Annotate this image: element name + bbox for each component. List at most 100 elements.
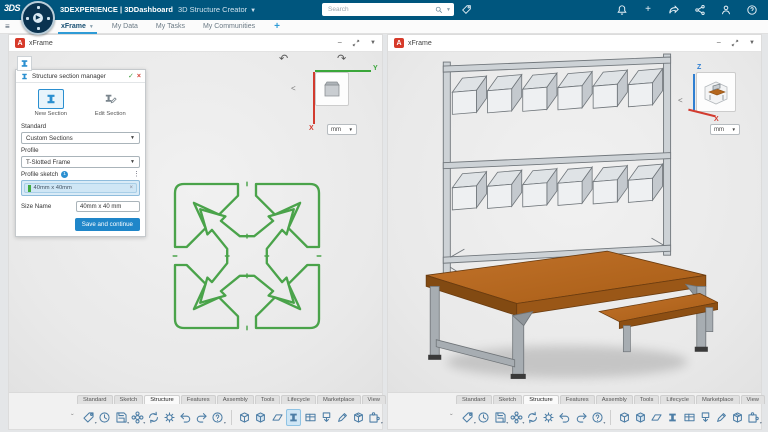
- add-tab-button[interactable]: +: [274, 21, 280, 32]
- global-search[interactable]: Search ▼: [322, 3, 454, 16]
- view-orientation-widget[interactable]: [696, 72, 736, 112]
- model-viewport[interactable]: < Z X mm ▼: [388, 52, 761, 392]
- rotate-right-icon[interactable]: ↶: [337, 54, 346, 65]
- dock-tab-marketplace[interactable]: Marketplace: [317, 395, 361, 404]
- search-options-caret-icon[interactable]: ▼: [446, 7, 451, 13]
- dialog-ok-icon[interactable]: ✓: [128, 72, 134, 80]
- save-and-continue-button[interactable]: Save and continue: [75, 218, 140, 231]
- tab-xframe[interactable]: xFrame▼: [60, 21, 95, 32]
- sketch-viewport[interactable]: Structure section manager ✓ × New Sectio…: [9, 52, 382, 392]
- dock-tab-sketch[interactable]: Sketch: [114, 395, 144, 404]
- output-icon[interactable]: [698, 409, 712, 426]
- panel-icon[interactable]: [303, 409, 317, 426]
- collapse-view-tools-icon[interactable]: <: [291, 84, 296, 93]
- new-content-icon[interactable]: ▾: [509, 409, 523, 426]
- bell-icon[interactable]: [616, 4, 628, 16]
- export-icon[interactable]: ▾: [461, 409, 475, 426]
- pen-icon[interactable]: [335, 409, 349, 426]
- section-tool-icon[interactable]: [17, 56, 32, 71]
- dock-tab-features[interactable]: Features: [181, 395, 216, 404]
- network-icon[interactable]: [694, 4, 706, 16]
- app-switch-caret-icon[interactable]: ▼: [250, 8, 256, 14]
- cube-icon[interactable]: [254, 409, 268, 426]
- dialog-close-icon[interactable]: ×: [137, 73, 141, 80]
- apps-icon[interactable]: ▾: [747, 409, 761, 426]
- redo-icon[interactable]: [195, 409, 209, 426]
- tab-my-tasks[interactable]: My Tasks: [155, 21, 186, 32]
- 3dexperience-compass[interactable]: ▶: [21, 1, 55, 35]
- dock-tab-standard[interactable]: Standard: [77, 395, 113, 404]
- user-icon[interactable]: [720, 4, 732, 16]
- plate-icon[interactable]: [270, 409, 284, 426]
- workbench-model[interactable]: [416, 52, 718, 392]
- t-slot-profile-sketch[interactable]: [157, 158, 337, 354]
- edit-section-tile[interactable]: Edit Section: [84, 87, 136, 119]
- dock-tab-sketch[interactable]: Sketch: [493, 395, 523, 404]
- dock-tab-tools[interactable]: Tools: [255, 395, 281, 404]
- export-icon[interactable]: ▾: [82, 409, 96, 426]
- help-icon[interactable]: ▾: [211, 409, 225, 426]
- dock-tab-view[interactable]: View: [741, 395, 765, 404]
- dock-tab-lifecycle[interactable]: Lifecycle: [660, 395, 695, 404]
- tab-caret-icon[interactable]: ▼: [89, 24, 94, 30]
- dock-collapse-icon[interactable]: ˇ: [450, 413, 453, 422]
- save-icon[interactable]: ▾: [493, 409, 507, 426]
- standard-select[interactable]: Custom Sections ▼: [21, 132, 140, 144]
- beam-icon[interactable]: [666, 409, 680, 426]
- help-icon[interactable]: [746, 4, 758, 16]
- chip-remove-icon[interactable]: ×: [129, 185, 133, 191]
- panel-collapse-icon[interactable]: ▼: [749, 40, 755, 46]
- history-icon[interactable]: [477, 409, 491, 426]
- settings-icon[interactable]: [162, 409, 176, 426]
- dock-tab-tools[interactable]: Tools: [634, 395, 660, 404]
- frame-icon[interactable]: [238, 409, 252, 426]
- minimize-icon[interactable]: −: [337, 39, 342, 47]
- profile-select[interactable]: T-Slotted Frame ▼: [21, 156, 140, 168]
- units-select[interactable]: mm ▼: [327, 124, 357, 135]
- dock-tab-lifecycle[interactable]: Lifecycle: [281, 395, 316, 404]
- panel-collapse-icon[interactable]: ▼: [370, 40, 376, 46]
- apps-icon[interactable]: ▾: [368, 409, 382, 426]
- history-icon[interactable]: [98, 409, 112, 426]
- plate-icon[interactable]: [650, 409, 664, 426]
- tab-my-communities[interactable]: My Communities: [202, 21, 256, 32]
- package-icon[interactable]: [352, 409, 366, 426]
- dock-tab-view[interactable]: View: [362, 395, 386, 404]
- settings-icon[interactable]: [542, 409, 556, 426]
- save-icon[interactable]: ▾: [114, 409, 128, 426]
- pen-icon[interactable]: [714, 409, 728, 426]
- collapse-panel-icon[interactable]: ≡: [5, 23, 15, 32]
- tab-my-data[interactable]: My Data: [111, 21, 139, 32]
- panel-icon[interactable]: [682, 409, 696, 426]
- share-arrow-icon[interactable]: [668, 4, 680, 16]
- new-section-tile[interactable]: New Section: [25, 87, 77, 119]
- refresh-icon[interactable]: [146, 409, 160, 426]
- view-orientation-widget[interactable]: [315, 72, 349, 106]
- undo-icon[interactable]: [558, 409, 572, 426]
- dock-collapse-icon[interactable]: ˇ: [71, 413, 74, 422]
- dock-tab-marketplace[interactable]: Marketplace: [696, 395, 740, 404]
- refresh-icon[interactable]: [525, 409, 539, 426]
- sketch-chip[interactable]: 40mm x 40mm ×: [24, 183, 137, 193]
- dock-tab-standard[interactable]: Standard: [456, 395, 492, 404]
- new-content-icon[interactable]: ▾: [130, 409, 144, 426]
- frame-icon[interactable]: [617, 409, 631, 426]
- output-icon[interactable]: [319, 409, 333, 426]
- size-name-input[interactable]: 40mm x 40 mm: [76, 201, 140, 212]
- units-select[interactable]: mm ▼: [710, 124, 740, 135]
- redo-icon[interactable]: [574, 409, 588, 426]
- help-icon[interactable]: ▾: [590, 409, 604, 426]
- search-icon[interactable]: [435, 6, 443, 14]
- dock-tab-structure[interactable]: Structure: [144, 395, 180, 404]
- package-icon[interactable]: [731, 409, 745, 426]
- dock-tab-features[interactable]: Features: [560, 395, 595, 404]
- dock-tab-assembly[interactable]: Assembly: [596, 395, 633, 404]
- dialog-title-bar[interactable]: Structure section manager ✓ ×: [16, 70, 145, 83]
- dock-tab-assembly[interactable]: Assembly: [217, 395, 254, 404]
- compass-play-icon[interactable]: ▶: [33, 13, 43, 23]
- collapse-view-tools-icon[interactable]: <: [678, 96, 683, 105]
- sketch-options-kebab-icon[interactable]: ⋮: [133, 171, 140, 178]
- rotate-left-icon[interactable]: ↶: [279, 54, 288, 65]
- cube-icon[interactable]: [633, 409, 647, 426]
- dock-tab-structure[interactable]: Structure: [523, 395, 559, 404]
